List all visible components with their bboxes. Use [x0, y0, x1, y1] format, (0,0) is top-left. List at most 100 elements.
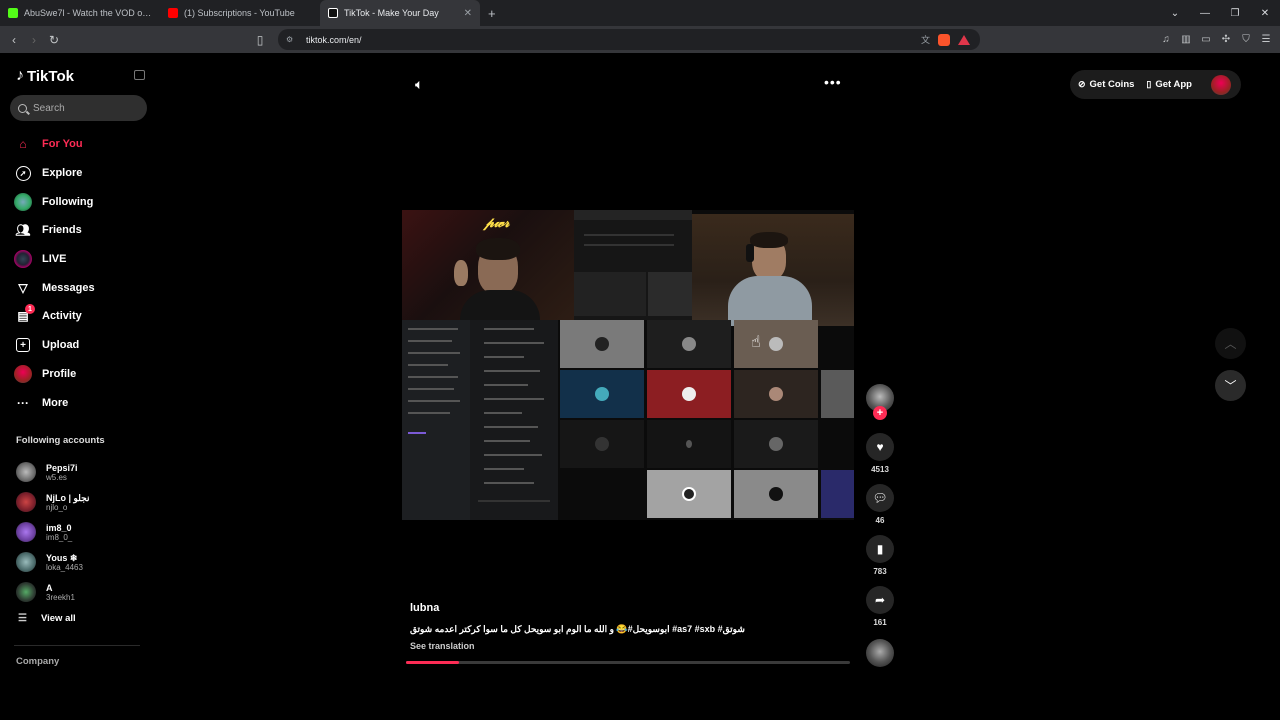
get-coins-label: Get Coins: [1089, 79, 1135, 90]
capture-window: [648, 272, 692, 316]
account-name: NjLo | نجلو: [46, 492, 90, 503]
get-app-button[interactable]: ▯ Get App: [1146, 79, 1192, 90]
follow-button[interactable]: +: [873, 406, 887, 420]
nav-more[interactable]: ··· More: [14, 388, 95, 417]
account-item[interactable]: NjLo | نجلو njlo_o: [16, 487, 89, 517]
heart-icon[interactable]: ♥: [866, 433, 894, 461]
tab-youtube[interactable]: (1) Subscriptions - YouTube: [160, 0, 320, 26]
participant-avatar: [769, 337, 783, 351]
account-username: loka_4463: [46, 562, 83, 572]
brave-rewards-icon[interactable]: [958, 34, 970, 45]
account-username: im8_0_: [46, 532, 73, 542]
chat-panel-left: [402, 320, 470, 520]
site-info-icon[interactable]: ⚙: [286, 35, 296, 45]
share-action[interactable]: ➦ 161: [866, 586, 894, 627]
capture-line: [584, 234, 674, 236]
music-disc-icon[interactable]: [866, 639, 894, 667]
nav-activity[interactable]: ▤ 1 Activity: [14, 302, 95, 331]
participant-avatar: [595, 437, 609, 451]
chat-panel-right: [470, 320, 558, 520]
tab-search-icon[interactable]: ⌄: [1160, 8, 1190, 19]
account-item[interactable]: A 3reekh1: [16, 577, 89, 607]
video-progress-bar[interactable]: [406, 661, 850, 664]
participant-tile: [734, 370, 818, 418]
account-item[interactable]: Yous ❄ loka_4463: [16, 547, 89, 577]
vpn-icon[interactable]: ⛉: [1238, 34, 1254, 45]
back-button[interactable]: ‹: [4, 33, 24, 47]
hand-figure: [454, 260, 468, 286]
media-icon[interactable]: ♫: [1158, 34, 1174, 45]
video-player[interactable]: 𝓅𝓌𝓇: [402, 210, 854, 520]
close-tab-icon[interactable]: ✕: [464, 8, 472, 19]
tab-title: TikTok - Make Your Day: [344, 8, 439, 18]
chat-line: [408, 400, 460, 402]
nav-label: Explore: [42, 167, 83, 180]
restore-button[interactable]: ❐: [1220, 8, 1250, 19]
nav-following[interactable]: Following: [14, 187, 95, 216]
minimize-button[interactable]: —: [1190, 8, 1220, 19]
nav-for-you[interactable]: ⌂ For You: [14, 130, 95, 159]
tiktok-logo[interactable]: ♪ TikTok: [16, 67, 74, 85]
get-coins-button[interactable]: ⊘ Get Coins: [1078, 79, 1134, 90]
nav-explore[interactable]: ➚ Explore: [14, 159, 95, 188]
account-item[interactable]: Pepsi7i w5.es: [16, 457, 89, 487]
avatar: [16, 522, 36, 542]
messages-icon: ▽: [18, 280, 28, 295]
collapse-sidebar-icon[interactable]: [134, 70, 145, 80]
youtube-favicon-icon: [168, 8, 178, 18]
browser-toolbar: ‹ › ↻ ▯ ⚙ tiktok.com/en/ 文 ♫ ▥ ▭ ✣ ⛉ ☰: [0, 26, 1280, 53]
header-actions: ⊘ Get Coins ▯ Get App: [1070, 70, 1241, 99]
video-author[interactable]: lubna: [410, 602, 439, 614]
nav-label: Friends: [42, 224, 82, 237]
wallet-icon[interactable]: ▭: [1198, 34, 1214, 45]
translate-icon[interactable]: 文: [921, 33, 930, 46]
volume-icon[interactable]: 🔈︎: [415, 76, 423, 93]
address-bar[interactable]: ⚙ tiktok.com/en/ 文: [278, 29, 980, 50]
brave-shields-icon[interactable]: [938, 33, 950, 46]
forward-button[interactable]: ›: [24, 33, 44, 47]
menu-icon[interactable]: ☰: [1258, 34, 1274, 45]
capture-line: [584, 244, 674, 246]
activity-badge: 1: [25, 304, 35, 315]
nav-upload[interactable]: + Upload: [14, 331, 95, 360]
tab-kick[interactable]: AbuSwe7l - Watch the VOD on Kick: [0, 0, 160, 26]
like-action[interactable]: ♥ 4513: [866, 433, 894, 474]
chat-line: [484, 384, 528, 386]
live-icon: [14, 250, 32, 269]
view-all-link[interactable]: ☰ View all: [18, 613, 76, 624]
close-window-button[interactable]: ✕: [1250, 8, 1280, 19]
reload-button[interactable]: ↻: [44, 33, 64, 47]
company-link[interactable]: Company: [16, 656, 59, 667]
participant-tile: [734, 470, 818, 518]
account-item[interactable]: im8_0 im8_0_: [16, 517, 89, 547]
list-icon: ☰: [18, 613, 27, 624]
comment-count: 46: [875, 516, 885, 525]
tab-tiktok[interactable]: TikTok - Make Your Day ✕: [320, 0, 480, 26]
bookmark-icon[interactable]: ▯: [250, 33, 270, 47]
sidebar-icon[interactable]: ▥: [1178, 34, 1194, 45]
save-count: 783: [873, 567, 887, 576]
bookmark-icon[interactable]: ▮: [866, 535, 894, 563]
nav-messages[interactable]: ▽ Messages: [14, 273, 94, 302]
mouse-cursor-icon: ☝︎: [751, 334, 761, 351]
see-translation-link[interactable]: See translation: [410, 641, 475, 651]
nav-profile[interactable]: Profile: [14, 360, 95, 389]
search-input[interactable]: [33, 102, 133, 114]
save-action[interactable]: ▮ 783: [866, 535, 894, 576]
nav-label: Profile: [42, 367, 77, 380]
share-icon[interactable]: ➦: [866, 586, 894, 614]
participant-avatar: [769, 487, 783, 501]
next-video-button[interactable]: ﹀: [1215, 370, 1246, 401]
previous-video-button[interactable]: ︿: [1215, 328, 1246, 359]
more-options-icon[interactable]: •••: [824, 74, 842, 90]
extensions-icon[interactable]: ✣: [1218, 34, 1234, 45]
nav-friends[interactable]: 👥︎ Friends: [14, 216, 95, 245]
following-accounts-list: Pepsi7i w5.es NjLo | نجلو njlo_o im8_0 im8_…: [16, 457, 89, 607]
comment-action[interactable]: 💬︎ 46: [866, 484, 894, 525]
nav-live[interactable]: LIVE: [14, 245, 95, 274]
comment-icon[interactable]: 💬︎: [866, 484, 894, 512]
search-box[interactable]: [10, 95, 147, 121]
chat-line: [484, 356, 524, 358]
user-avatar[interactable]: [1211, 74, 1231, 95]
new-tab-button[interactable]: +: [488, 6, 496, 21]
